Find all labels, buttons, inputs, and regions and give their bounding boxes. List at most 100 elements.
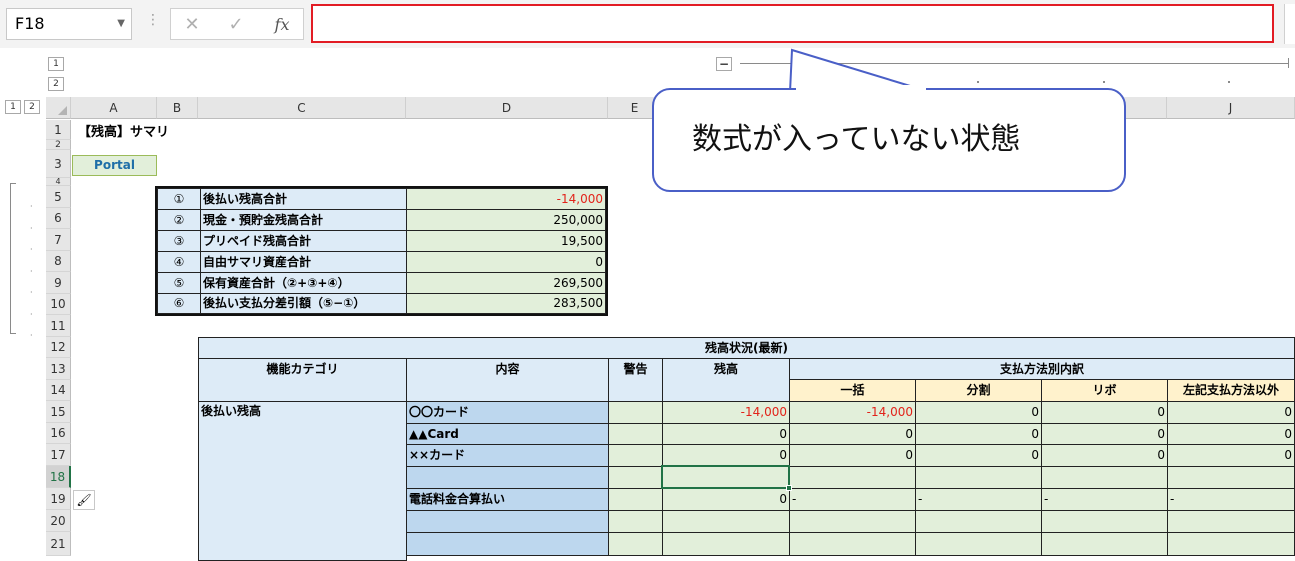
lump-sum-cell[interactable]: -14,000 <box>789 401 916 424</box>
portal-button[interactable]: Portal <box>72 155 157 176</box>
revolving-cell[interactable] <box>1041 532 1168 556</box>
row-header-7[interactable]: 7 <box>46 229 71 251</box>
summary-value[interactable]: 283,500 <box>406 293 606 314</box>
name-box[interactable]: F18 ▼ <box>6 8 132 40</box>
row-header-8[interactable]: 8 <box>46 251 71 272</box>
balance-cell[interactable] <box>662 510 790 533</box>
installment-cell[interactable]: - <box>915 488 1042 511</box>
installment-cell[interactable]: 0 <box>915 423 1042 445</box>
row-header-12[interactable]: 12 <box>46 337 71 358</box>
balance-cell[interactable]: 0 <box>662 423 790 445</box>
row-header-2[interactable]: 2 <box>46 140 71 150</box>
other-method-cell[interactable] <box>1167 466 1295 489</box>
content-cell[interactable]: ▲▲Card <box>406 423 609 445</box>
grip-icon[interactable]: ⋮ <box>146 12 160 28</box>
warning-cell[interactable] <box>608 466 663 489</box>
row-header-15[interactable]: 15 <box>46 401 71 423</box>
balance-cell[interactable] <box>662 532 790 556</box>
select-all-corner[interactable] <box>46 97 71 119</box>
content-cell[interactable]: ××カード <box>406 444 609 467</box>
summary-value[interactable]: 250,000 <box>406 209 606 231</box>
balance-cell[interactable]: -14,000 <box>662 401 790 424</box>
row-header-3[interactable]: 3 <box>46 150 71 178</box>
summary-value[interactable]: 0 <box>406 251 606 273</box>
lump-sum-cell[interactable] <box>789 466 916 489</box>
installment-cell[interactable] <box>915 532 1042 556</box>
warning-cell[interactable] <box>608 423 663 445</box>
col-header-b[interactable]: B <box>157 97 198 119</box>
balance-cell[interactable]: 0 <box>662 444 790 467</box>
installment-cell[interactable] <box>915 466 1042 489</box>
cancel-icon[interactable]: ✕ <box>177 13 207 37</box>
outline-row-level-2[interactable]: 2 <box>48 77 64 91</box>
summary-label: 自由サマリ資産合計 <box>200 251 407 273</box>
lump-sum-cell[interactable] <box>789 510 916 533</box>
lump-sum-cell[interactable] <box>789 532 916 556</box>
collapse-group-button[interactable]: − <box>716 57 732 71</box>
row-header-16[interactable]: 16 <box>46 423 71 444</box>
balance-cell[interactable]: 0 <box>662 488 790 511</box>
other-method-cell[interactable] <box>1167 532 1295 556</box>
summary-value[interactable]: 19,500 <box>406 230 606 252</box>
warning-cell[interactable] <box>608 532 663 556</box>
revolving-cell[interactable]: 0 <box>1041 401 1168 424</box>
outline-row-level-1[interactable]: 1 <box>48 57 64 71</box>
installment-cell[interactable]: 0 <box>915 401 1042 424</box>
warning-cell[interactable] <box>608 510 663 533</box>
formula-input[interactable] <box>311 4 1274 43</box>
row-header-18[interactable]: 18 <box>46 466 71 488</box>
content-cell[interactable]: 電話料金合算払い <box>406 488 609 511</box>
col-header-j[interactable]: J <box>1167 97 1295 119</box>
category-cell[interactable]: 後払い残高 <box>198 401 407 561</box>
row-header-4[interactable]: 4 <box>46 178 71 186</box>
other-method-cell[interactable]: 0 <box>1167 401 1295 424</box>
row-header-5[interactable]: 5 <box>46 186 71 208</box>
paint-brush-icon[interactable]: 🖌 <box>73 490 95 510</box>
summary-value[interactable]: -14,000 <box>406 188 606 210</box>
row-header-10[interactable]: 10 <box>46 294 71 315</box>
name-box-value: F18 <box>15 14 45 33</box>
row-header-20[interactable]: 20 <box>46 510 71 532</box>
row-header-6[interactable]: 6 <box>46 208 71 229</box>
other-method-cell[interactable]: - <box>1167 488 1295 511</box>
row-header-21[interactable]: 21 <box>46 532 71 556</box>
insert-function-icon[interactable]: fx <box>267 13 297 37</box>
revolving-cell[interactable]: 0 <box>1041 423 1168 445</box>
row-header-14[interactable]: 14 <box>46 380 71 401</box>
revolving-cell[interactable]: - <box>1041 488 1168 511</box>
row-header-17[interactable]: 17 <box>46 444 71 466</box>
fill-handle[interactable] <box>786 485 792 491</box>
content-cell[interactable]: 〇〇カード <box>406 401 609 424</box>
content-cell[interactable] <box>406 510 609 533</box>
warning-cell[interactable] <box>608 488 663 511</box>
revolving-cell[interactable] <box>1041 466 1168 489</box>
summary-value[interactable]: 269,500 <box>406 272 606 294</box>
col-header-c[interactable]: C <box>198 97 406 119</box>
warning-cell[interactable] <box>608 401 663 424</box>
outline-col-level-2[interactable]: 2 <box>24 100 40 114</box>
col-header-d[interactable]: D <box>406 97 608 119</box>
installment-cell[interactable] <box>915 510 1042 533</box>
enter-icon[interactable]: ✓ <box>221 13 251 37</box>
lump-sum-cell[interactable]: 0 <box>789 423 916 445</box>
content-cell[interactable] <box>406 466 609 489</box>
outline-col-level-1[interactable]: 1 <box>5 100 21 114</box>
lump-sum-cell[interactable]: - <box>789 488 916 511</box>
selected-cell-f18[interactable] <box>661 465 790 489</box>
row-header-13[interactable]: 13 <box>46 358 71 380</box>
chevron-down-icon[interactable]: ▼ <box>117 9 125 39</box>
col-header-a[interactable]: A <box>71 97 157 119</box>
row-header-11[interactable]: 11 <box>46 315 71 337</box>
row-header-19[interactable]: 19 <box>46 488 71 510</box>
warning-cell[interactable] <box>608 444 663 467</box>
revolving-cell[interactable] <box>1041 510 1168 533</box>
row-header-9[interactable]: 9 <box>46 272 71 294</box>
other-method-cell[interactable] <box>1167 510 1295 533</box>
revolving-cell[interactable]: 0 <box>1041 444 1168 467</box>
other-method-cell[interactable]: 0 <box>1167 444 1295 467</box>
lump-sum-cell[interactable]: 0 <box>789 444 916 467</box>
content-cell[interactable] <box>406 532 609 556</box>
installment-cell[interactable]: 0 <box>915 444 1042 467</box>
row-header-1[interactable]: 1 <box>46 120 71 140</box>
other-method-cell[interactable]: 0 <box>1167 423 1295 445</box>
